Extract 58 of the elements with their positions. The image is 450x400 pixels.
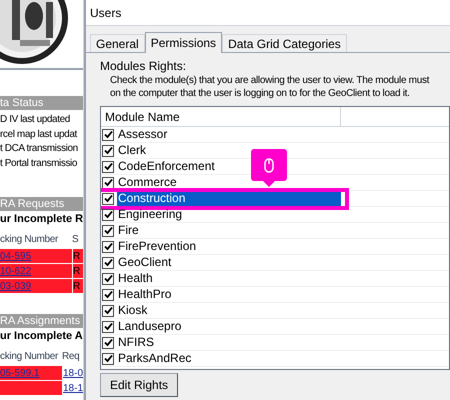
- link[interactable]: 18-0: [62, 368, 83, 379]
- table-cell: R: [73, 251, 80, 262]
- list-item[interactable]: Kiosk: [117, 303, 341, 318]
- checkbox[interactable]: [102, 160, 114, 172]
- list-item[interactable]: Clerk: [117, 143, 341, 158]
- status-line: rcel map last updat: [0, 128, 78, 142]
- list-item[interactable]: NFIRS: [117, 335, 341, 350]
- checkbox[interactable]: [102, 240, 114, 252]
- list-item[interactable]: Assessor: [117, 127, 341, 142]
- checkbox[interactable]: [102, 176, 114, 188]
- checkbox[interactable]: [102, 144, 114, 156]
- link[interactable]: 18-1: [62, 383, 83, 394]
- column-header: Req: [62, 350, 80, 364]
- tab[interactable]: Permissions: [144, 32, 222, 53]
- checkbox[interactable]: [102, 272, 114, 284]
- checkbox[interactable]: [102, 128, 114, 140]
- list-item[interactable]: Health: [117, 271, 341, 286]
- section-header: RA Assignments: [0, 314, 83, 328]
- status-line: t DCA transmission: [0, 142, 79, 156]
- mouse-icon: [264, 158, 274, 172]
- list-item[interactable]: FirePrevention: [117, 239, 341, 254]
- list-item[interactable]: Commerce: [117, 175, 341, 190]
- instruction-text: Check the module(s) that you are allowing the user to view. The module must: [110, 74, 430, 87]
- checkbox[interactable]: [102, 224, 114, 236]
- checkbox[interactable]: [102, 304, 114, 316]
- checkbox[interactable]: [102, 208, 114, 220]
- checkbox[interactable]: [102, 352, 114, 364]
- list-item[interactable]: HealthPro: [117, 287, 341, 302]
- checkbox[interactable]: [102, 320, 114, 332]
- status-line: D IV last updated: [0, 113, 71, 127]
- column-header: cking Number: [0, 350, 60, 364]
- section-title: Modules Rights:: [100, 59, 188, 74]
- list-item[interactable]: Engineering: [117, 207, 341, 222]
- tab[interactable]: General: [90, 34, 145, 52]
- status-line: t Portal transmissio: [0, 156, 78, 170]
- column-header: Module Name: [101, 107, 341, 126]
- table-cell: R: [73, 266, 80, 277]
- checkbox[interactable]: [102, 192, 114, 204]
- tab[interactable]: Data Grid Categories: [222, 34, 347, 52]
- table-cell: R: [73, 281, 80, 292]
- list-item[interactable]: Landusepro: [117, 319, 341, 334]
- checkbox[interactable]: [102, 336, 114, 348]
- section-header: RA Requests: [0, 197, 83, 211]
- window-title: Users: [90, 4, 122, 22]
- table-title: ur Incomplete A: [0, 329, 83, 344]
- instruction-text: on the computer that the user is logging on to for the GeoClient to load it.: [110, 87, 411, 100]
- column-header: S: [72, 232, 80, 246]
- list-item[interactable]: CodeEnforcement: [117, 159, 341, 174]
- list-item[interactable]: ParksAndRec: [117, 351, 341, 366]
- checkbox[interactable]: [102, 288, 114, 300]
- list-item[interactable]: Fire: [117, 223, 341, 238]
- table-title: ur Incomplete R: [0, 212, 83, 227]
- column-header: cking Number: [0, 232, 60, 246]
- section-header: ta Status: [0, 96, 83, 110]
- list-item[interactable]: GeoClient: [117, 255, 341, 270]
- checkbox[interactable]: [102, 256, 114, 268]
- edit-rights-button[interactable]: Edit Rights: [100, 373, 178, 397]
- list-item[interactable]: Construction: [117, 191, 341, 206]
